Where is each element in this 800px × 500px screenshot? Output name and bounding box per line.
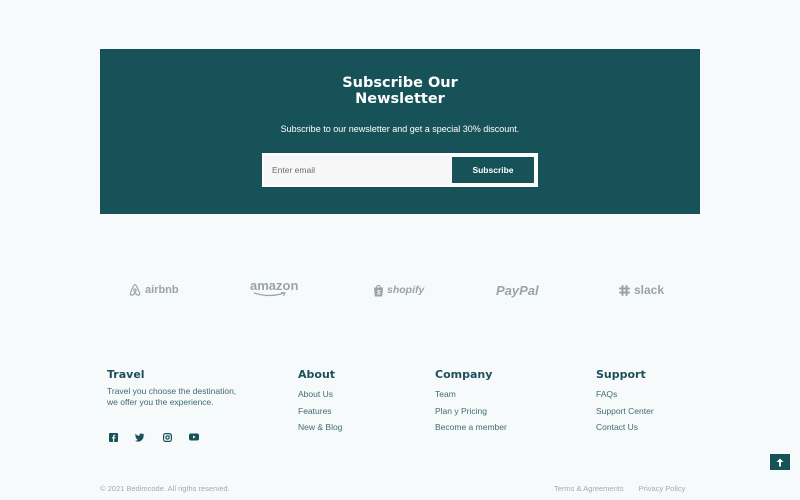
travel-title: Travel bbox=[107, 368, 145, 381]
support-title: Support bbox=[596, 368, 646, 381]
paypal-logo: PayPal bbox=[496, 280, 539, 300]
slack-logo-text: slack bbox=[634, 283, 665, 297]
legal-links: Terms & Agreements Privacy Policy bbox=[554, 484, 685, 493]
link-support-center[interactable]: Support Center bbox=[596, 403, 654, 420]
newsletter-section: Subscribe Our Newsletter Subscribe to ou… bbox=[100, 49, 700, 214]
youtube-icon[interactable] bbox=[189, 432, 199, 442]
footer-company: Company Team Plan y Pricing Become a mem… bbox=[435, 368, 507, 436]
paypal-logo-text: PayPal bbox=[496, 282, 539, 298]
shopify-logo-text: shopify bbox=[387, 284, 425, 296]
support-links: FAQs Support Center Contact Us bbox=[596, 386, 654, 436]
social-links bbox=[108, 432, 199, 442]
about-title: About bbox=[298, 368, 336, 381]
link-about-us[interactable]: About Us bbox=[298, 386, 342, 403]
svg-text:S: S bbox=[377, 289, 381, 296]
footer-travel: Travel Travel you choose the destination… bbox=[107, 368, 247, 407]
company-links: Team Plan y Pricing Become a member bbox=[435, 386, 507, 436]
amazon-logo-text: amazon bbox=[250, 278, 299, 293]
amazon-smile-icon bbox=[253, 292, 286, 297]
company-title: Company bbox=[435, 368, 493, 381]
newsletter-title: Subscribe Our Newsletter bbox=[342, 75, 458, 107]
shopify-bag-icon: S bbox=[374, 284, 383, 296]
facebook-icon[interactable] bbox=[108, 432, 118, 442]
airbnb-icon bbox=[129, 283, 141, 296]
link-terms[interactable]: Terms & Agreements bbox=[554, 484, 624, 493]
newsletter-subtitle: Subscribe to our newsletter and get a sp… bbox=[280, 124, 520, 134]
airbnb-logo-text: airbnb bbox=[145, 284, 179, 296]
slack-logo: slack bbox=[618, 280, 664, 300]
link-new-blog[interactable]: New & Blog bbox=[298, 419, 342, 436]
arrow-up-icon bbox=[776, 458, 784, 466]
link-features[interactable]: Features bbox=[298, 403, 342, 420]
footer-support: Support FAQs Support Center Contact Us bbox=[596, 368, 654, 436]
link-faqs[interactable]: FAQs bbox=[596, 386, 654, 403]
subscribe-button[interactable]: Subscribe bbox=[452, 157, 534, 183]
link-team[interactable]: Team bbox=[435, 386, 507, 403]
link-contact-us[interactable]: Contact Us bbox=[596, 419, 654, 436]
instagram-icon[interactable] bbox=[162, 432, 172, 442]
email-input[interactable] bbox=[264, 155, 452, 185]
slack-hash-icon bbox=[619, 284, 630, 296]
shopify-logo: S shopify bbox=[373, 280, 424, 300]
link-privacy[interactable]: Privacy Policy bbox=[639, 484, 686, 493]
twitter-icon[interactable] bbox=[135, 432, 145, 442]
amazon-logo: amazon bbox=[250, 278, 299, 300]
back-to-top-button[interactable] bbox=[770, 454, 790, 470]
newsletter-form: Subscribe bbox=[262, 153, 538, 187]
about-links: About Us Features New & Blog bbox=[298, 386, 342, 436]
footer-about: About About Us Features New & Blog bbox=[298, 368, 342, 436]
copyright-text: © 2021 Bedimcode. All rigths reserved. bbox=[100, 484, 230, 493]
partner-logos: airbnb amazon S shopify PayPal slack bbox=[100, 278, 700, 300]
link-become-member[interactable]: Become a member bbox=[435, 419, 507, 436]
link-plan-pricing[interactable]: Plan y Pricing bbox=[435, 403, 507, 420]
airbnb-logo: airbnb bbox=[128, 280, 179, 300]
travel-description: Travel you choose the destination, we of… bbox=[107, 386, 237, 407]
